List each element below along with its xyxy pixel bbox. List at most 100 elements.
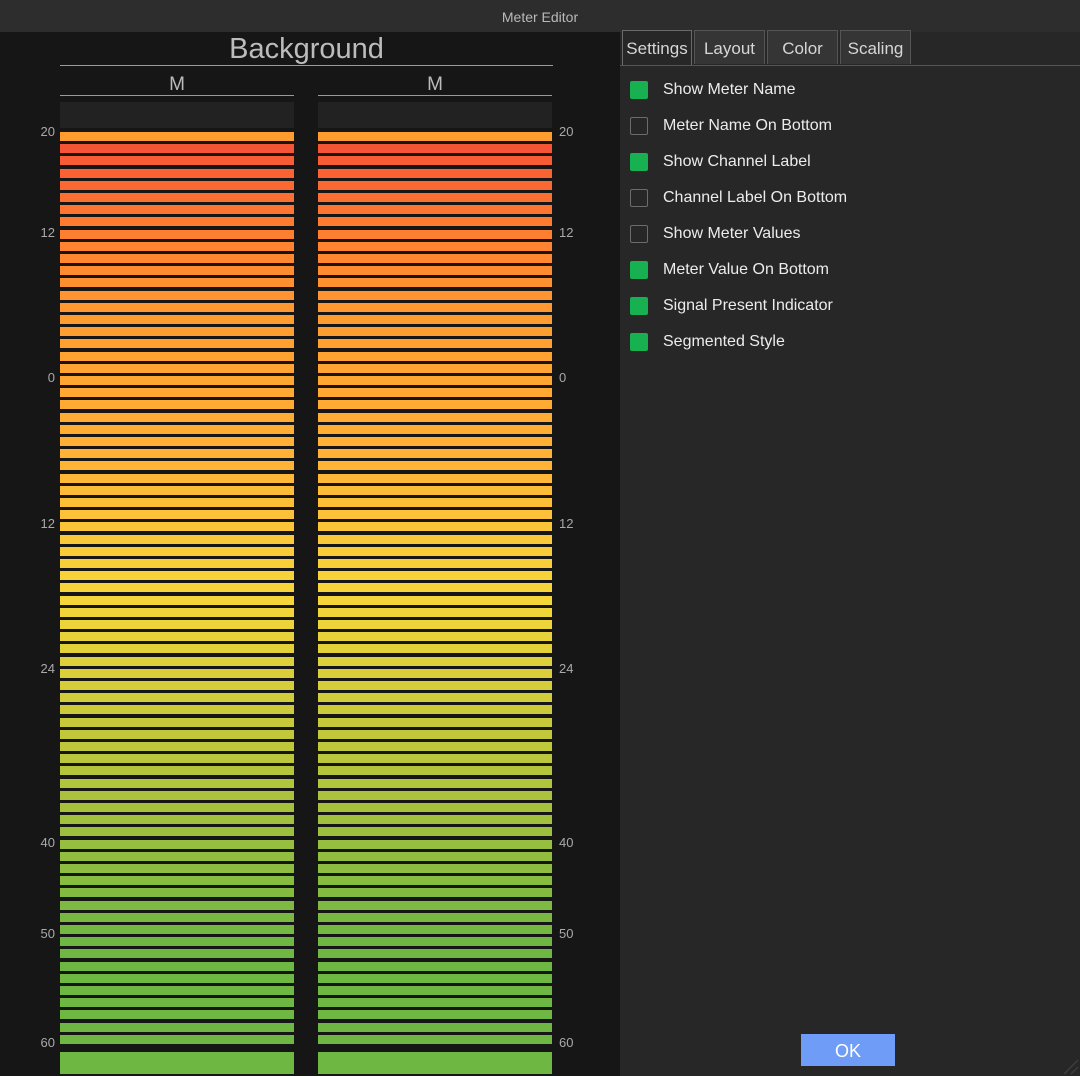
meter-segment	[318, 778, 552, 788]
meter-segment	[318, 168, 552, 178]
meter-segment	[60, 241, 294, 251]
meter-segment	[60, 998, 294, 1008]
option-meter-value-on-bottom[interactable]: Meter Value On Bottom	[630, 260, 829, 280]
meter-segment	[60, 681, 294, 690]
meter-segment	[60, 180, 294, 190]
meter-segment	[318, 705, 552, 715]
meter-segment	[60, 498, 294, 507]
meter-segment	[60, 254, 294, 263]
option-label: Signal Present Indicator	[663, 297, 833, 314]
meter-segment	[318, 1022, 552, 1032]
meter-segment	[60, 668, 294, 678]
checkbox[interactable]	[630, 189, 648, 207]
meter-segment	[60, 376, 294, 385]
meter-segment	[318, 351, 552, 361]
checkbox[interactable]	[630, 81, 648, 99]
meter-segment	[318, 266, 552, 276]
scale-tick-right: 12	[559, 225, 574, 240]
meter-segment	[318, 827, 552, 837]
meter-segment	[60, 620, 294, 629]
option-signal-present-indicator[interactable]: Signal Present Indicator	[630, 296, 833, 316]
checkbox[interactable]	[630, 261, 648, 279]
meter-segment	[60, 229, 294, 239]
scale-tick-left: 12	[40, 516, 55, 531]
checkbox[interactable]	[630, 225, 648, 243]
option-show-meter-name[interactable]: Show Meter Name	[630, 80, 796, 100]
meter-segment	[60, 363, 294, 373]
checkbox[interactable]	[630, 333, 648, 351]
meter-segment	[318, 461, 552, 471]
meter-segment	[318, 559, 552, 568]
meter-segment	[60, 327, 294, 337]
meter-segment	[60, 754, 294, 764]
meter-segment	[60, 986, 294, 995]
meter-segment	[318, 376, 552, 385]
option-label: Channel Label On Bottom	[663, 189, 848, 206]
meter-segment	[318, 681, 552, 690]
checkbox[interactable]	[630, 297, 648, 315]
meter-segment	[60, 302, 294, 312]
resize-grip-icon[interactable]	[1056, 1052, 1080, 1076]
meter-segment	[318, 668, 552, 678]
tab-layout[interactable]: Layout	[694, 30, 765, 64]
meter-segment	[318, 388, 552, 398]
option-meter-name-on-bottom[interactable]: Meter Name On Bottom	[630, 116, 832, 136]
meter-segment	[60, 144, 294, 154]
checkbox[interactable]	[630, 153, 648, 171]
meter-segment	[318, 1010, 552, 1020]
meter-segment	[60, 851, 294, 861]
meter-segment	[318, 339, 552, 349]
meter-segment	[318, 607, 552, 617]
meter-segment	[60, 729, 294, 739]
meter-segment	[60, 449, 294, 459]
meter-segment	[318, 449, 552, 459]
meter-segment	[318, 510, 552, 520]
meter-segment	[318, 986, 552, 995]
meter-segment	[60, 534, 294, 544]
meter-segment	[60, 864, 294, 873]
meter-segment	[318, 254, 552, 263]
meter-segment	[60, 473, 294, 483]
scale-tick-left: 20	[40, 124, 55, 139]
option-show-meter-values[interactable]: Show Meter Values	[630, 224, 801, 244]
meter-segment	[60, 1010, 294, 1020]
meter-segment	[60, 412, 294, 422]
option-show-channel-label[interactable]: Show Channel Label	[630, 152, 811, 172]
tab-scaling[interactable]: Scaling	[840, 30, 911, 64]
option-label: Segmented Style	[663, 333, 785, 350]
option-label: Show Meter Name	[663, 81, 796, 98]
meter-segment	[60, 644, 294, 654]
option-segmented-style[interactable]: Segmented Style	[630, 332, 785, 352]
meter-segment	[318, 656, 552, 666]
meter-segment	[318, 925, 552, 934]
meter-segment	[318, 363, 552, 373]
meter-segment	[60, 132, 294, 141]
meter-segment	[318, 717, 552, 727]
meter-segment	[318, 437, 552, 446]
meter-segment	[318, 644, 552, 654]
meter-segment	[60, 790, 294, 800]
checkbox[interactable]	[630, 117, 648, 135]
scale-tick-right: 12	[559, 516, 574, 531]
option-label: Meter Name On Bottom	[663, 117, 832, 134]
meter-segment	[60, 912, 294, 922]
meter-segment	[318, 546, 552, 556]
scale-tick-right: 24	[559, 661, 574, 676]
meter-segment	[60, 546, 294, 556]
meter-segment	[318, 912, 552, 922]
tab-color[interactable]: Color	[767, 30, 838, 64]
meter-segment	[318, 864, 552, 873]
meter-segment	[318, 522, 552, 532]
meter-segment	[60, 522, 294, 532]
tab-settings[interactable]: Settings	[622, 30, 692, 66]
ok-button[interactable]: OK	[801, 1034, 895, 1066]
meter-segment	[318, 729, 552, 739]
option-label: Show Channel Label	[663, 153, 811, 170]
option-channel-label-on-bottom[interactable]: Channel Label On Bottom	[630, 188, 847, 208]
scale-tick-left: 12	[40, 225, 55, 240]
meter-segment	[318, 290, 552, 300]
signal-present-indicator	[318, 1052, 552, 1074]
meter-segment	[318, 485, 552, 495]
meter-segment	[318, 193, 552, 202]
meter-segment	[60, 168, 294, 178]
